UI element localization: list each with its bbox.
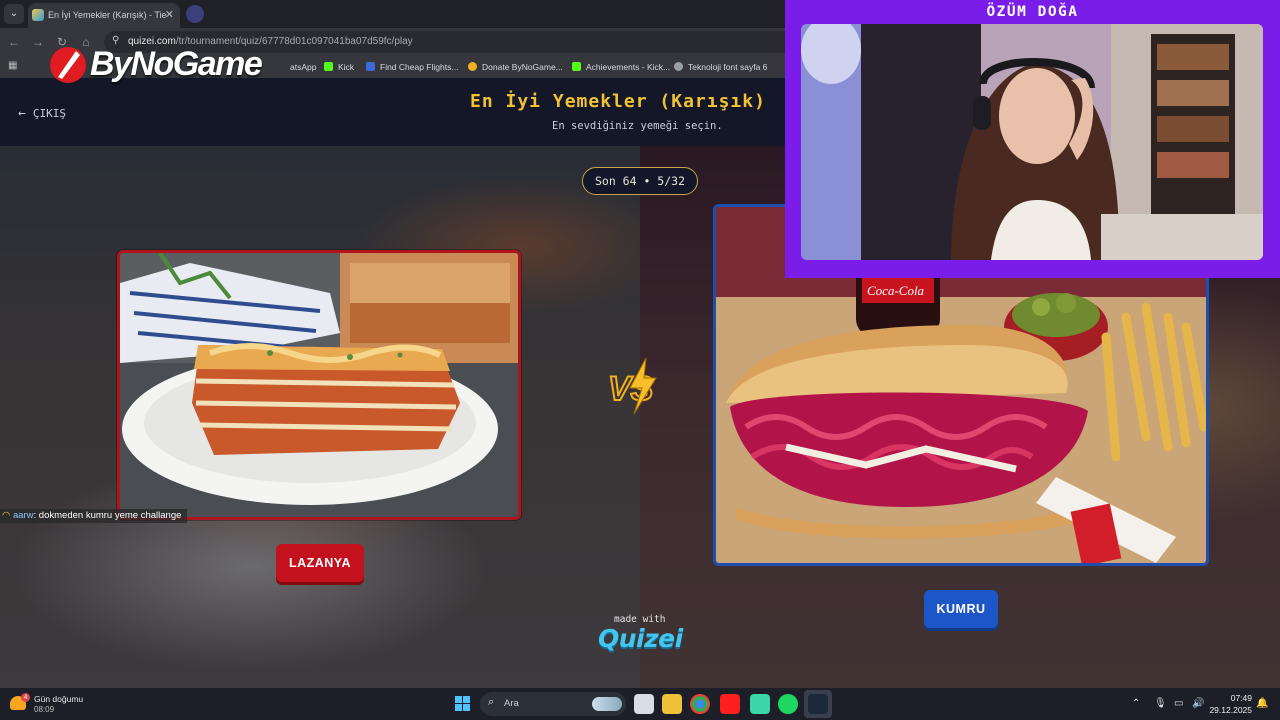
select-lazanya-button[interactable]: LAZANYA <box>276 544 364 582</box>
search-placeholder: Ara <box>504 698 519 709</box>
webcam-video <box>801 24 1263 260</box>
chrome-icon[interactable] <box>690 694 710 714</box>
volume-icon[interactable]: 🔊 <box>1192 688 1204 720</box>
tray-chevron-up-icon[interactable]: ⌃ <box>1132 688 1140 720</box>
screen: ⌄ En İyi Yemekler (Karışık) - Tier L ✕ ←… <box>0 0 1280 720</box>
bookmark-teknoloji[interactable]: Teknoloji font sayfa 6 <box>674 56 767 78</box>
globe-icon <box>674 62 683 71</box>
arrow-left-icon: ← <box>18 106 26 121</box>
clock-time[interactable]: 07:49 <box>1222 693 1252 703</box>
browser-tab-active[interactable]: En İyi Yemekler (Karışık) - Tier L ✕ <box>28 3 180 28</box>
exit-label: ÇIKIŞ <box>32 107 66 120</box>
network-icon[interactable]: ▭ <box>1174 688 1183 720</box>
bookmark-achievements[interactable]: Achievements - Kick... <box>572 56 670 78</box>
notifications-bell-icon[interactable]: 🔔 <box>1256 688 1268 720</box>
tab-title: En İyi Yemekler (Karışık) - Tier L <box>48 10 166 20</box>
close-tab-icon[interactable]: ✕ <box>165 3 174 28</box>
back-arrow-icon[interactable]: ← <box>6 34 22 50</box>
file-explorer-icon[interactable] <box>662 694 682 714</box>
tab-search-icon[interactable]: ⌄ <box>4 4 24 24</box>
forward-arrow-icon[interactable]: → <box>30 34 46 50</box>
chat-badge-icon: ◠ <box>2 510 11 521</box>
search-highlight-image <box>592 697 622 711</box>
flight-icon <box>366 62 375 71</box>
lasagna-image <box>120 253 518 517</box>
bookmark-label: Achievements - Kick... <box>586 62 671 72</box>
webcam-overlay: ÖZÜM DOĞA <box>785 0 1280 278</box>
new-tab-button[interactable] <box>186 5 204 23</box>
quiz-title: En İyi Yemekler (Karışık) <box>470 91 766 112</box>
kick-icon <box>572 62 581 71</box>
weather-title: Gün doğumu <box>34 694 84 704</box>
weather-time: 08:09 <box>34 705 55 714</box>
round-badge: Son 64 • 5/32 <box>582 167 698 195</box>
notification-badge: 4 <box>21 693 30 702</box>
bookmark-donate[interactable]: Donate ByNoGame... <box>468 56 563 78</box>
taskbar-search[interactable]: ⌕ Ara <box>480 692 626 716</box>
bynogame-mark-icon <box>50 47 86 83</box>
windows-start-icon[interactable] <box>455 696 471 712</box>
youtube-icon[interactable] <box>720 694 740 714</box>
bookmark-flights[interactable]: Find Cheap Flights... <box>366 56 458 78</box>
streamer-name: ÖZÜM DOĞA <box>986 4 1079 20</box>
clock-date[interactable]: 29.12.2025 <box>1208 705 1252 715</box>
search-icon: ⌕ <box>488 696 495 708</box>
chat-username: aarw <box>12 510 34 521</box>
spotify-icon[interactable] <box>778 694 798 714</box>
microphone-icon[interactable]: 🎙 <box>1154 688 1167 720</box>
chat-message: ◠ aarw: dokmeden kumru yeme challange <box>0 509 188 523</box>
option-left-card[interactable] <box>117 250 521 520</box>
quizei-logo[interactable]: Quizei <box>598 624 683 653</box>
versus-badge: VS <box>606 356 676 416</box>
bookmark-label: Find Cheap Flights... <box>380 62 459 72</box>
bookmark-label: Donate ByNoGame... <box>482 62 563 72</box>
bookmark-label: Teknoloji font sayfa 6 <box>688 62 768 72</box>
quizei-favicon-icon <box>32 9 44 21</box>
streaming-app-icon[interactable] <box>750 694 770 714</box>
bookmark-label: Kick <box>338 62 355 72</box>
bynogame-wordmark: ByNoGame <box>90 45 263 83</box>
steam-icon <box>808 694 828 714</box>
lightning-icon: VS <box>607 357 657 415</box>
donate-icon <box>468 62 477 71</box>
task-view-icon[interactable] <box>634 694 654 714</box>
exit-button[interactable]: ← ÇIKIŞ <box>18 106 66 121</box>
windows-taskbar: 4 Gün doğumu 08:09 ⌕ Ara ⌃ 🎙 ▭ 🔊 07:49 2… <box>0 688 1280 720</box>
svg-text:Coca-Cola: Coca-Cola <box>867 283 925 298</box>
steam-app-active[interactable] <box>804 690 832 718</box>
chat-text: : dokmeden kumru yeme challange <box>33 510 182 521</box>
bookmark-kick[interactable]: Kick <box>324 56 354 78</box>
select-kumru-button[interactable]: KUMRU <box>924 590 998 628</box>
quiz-subtitle: En sevdiğiniz yemeği seçin. <box>552 120 723 132</box>
kick-icon <box>324 62 333 71</box>
apps-grid-icon[interactable]: ▦ <box>8 60 20 72</box>
bynogame-logo: ByNoGame <box>50 44 300 88</box>
streamer-webcam-image <box>801 24 1263 260</box>
